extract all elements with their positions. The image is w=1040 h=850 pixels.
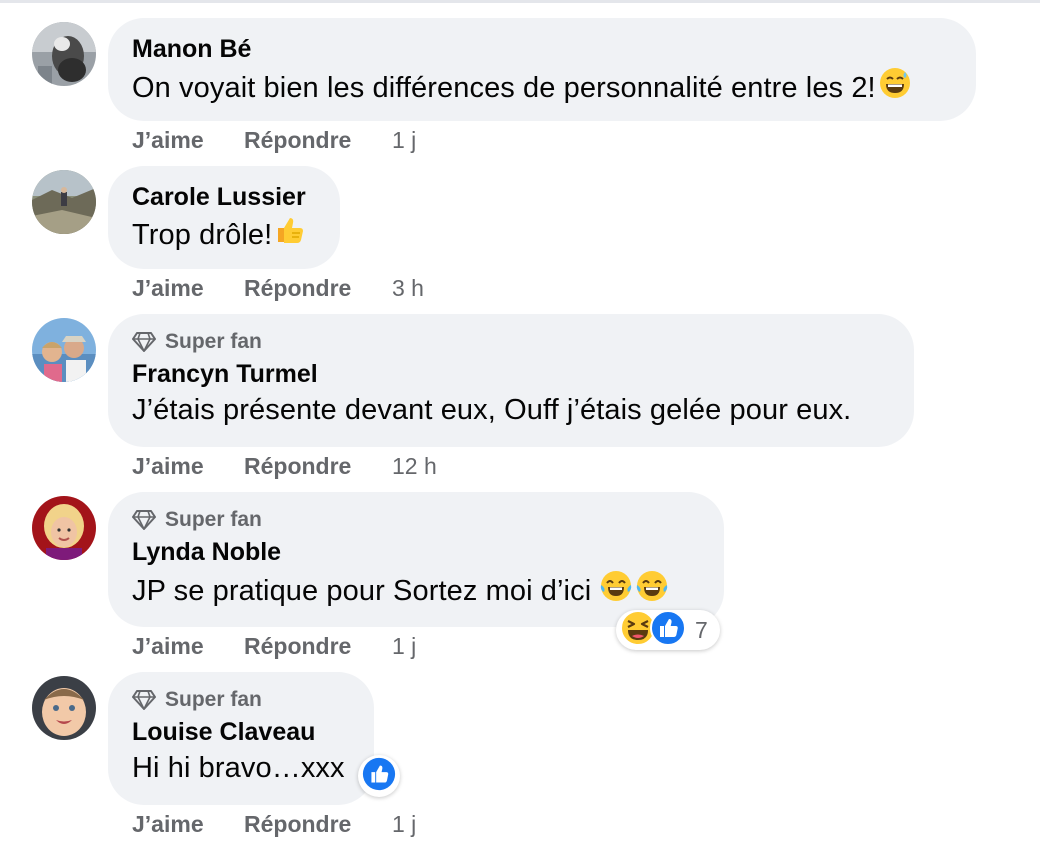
comment-bubble: Super fan Francyn Turmel J’étais présent… <box>108 314 914 447</box>
avatar[interactable] <box>32 676 96 740</box>
comment-timestamp[interactable]: 1 j <box>392 127 416 154</box>
like-reaction-icon <box>361 756 397 797</box>
comment-body: JP se pratique pour Sortez moi d’ici <box>132 575 592 607</box>
comment-actions: J’aime Répondre 1 j <box>132 630 416 662</box>
badge-label: Super fan <box>165 330 262 353</box>
super-fan-badge[interactable]: Super fan <box>132 505 700 535</box>
like-button[interactable]: J’aime <box>132 275 244 302</box>
comment-author[interactable]: Francyn Turmel <box>132 357 890 391</box>
diamond-icon <box>132 332 156 352</box>
comment-author[interactable]: Lynda Noble <box>132 535 700 569</box>
comment-author[interactable]: Manon Bé <box>132 32 952 66</box>
comment-text: Hi hi bravo…xxx <box>132 749 350 787</box>
reaction-count: 7 <box>695 616 708 643</box>
comment-bubble: Super fan Lynda Noble JP se pratique pou… <box>108 492 724 627</box>
comment-actions: J’aime Répondre 12 h <box>132 450 437 482</box>
avatar[interactable] <box>32 170 96 234</box>
avatar[interactable] <box>32 22 96 86</box>
reply-button[interactable]: Répondre <box>244 633 392 660</box>
reply-button[interactable]: Répondre <box>244 811 392 838</box>
avatar[interactable] <box>32 496 96 560</box>
comment-bubble: Super fan Louise Claveau Hi hi bravo…xxx <box>108 672 374 805</box>
like-button[interactable]: J’aime <box>132 633 244 660</box>
like-button[interactable]: J’aime <box>132 453 244 480</box>
super-fan-badge[interactable]: Super fan <box>132 685 350 715</box>
comment-actions: J’aime Répondre 1 j <box>132 808 416 840</box>
tears-of-joy-emoji-icon <box>599 569 633 613</box>
badge-label: Super fan <box>165 508 262 531</box>
comment-author[interactable]: Louise Claveau <box>132 715 350 749</box>
like-button[interactable]: J’aime <box>132 811 244 838</box>
comment-body: Trop drôle! <box>132 219 273 251</box>
tears-of-joy-emoji-icon <box>635 569 669 613</box>
grinning-sweat-emoji-icon <box>878 66 912 110</box>
comment-actions: J’aime Répondre 1 j <box>132 124 416 156</box>
comment-bubble: Manon Bé On voyait bien les différences … <box>108 18 976 121</box>
diamond-icon <box>132 510 156 530</box>
comment-author[interactable]: Carole Lussier <box>132 180 316 214</box>
comment-timestamp[interactable]: 12 h <box>392 453 437 480</box>
comment-body: J’étais présente devant eux, Ouff j’étai… <box>132 394 852 426</box>
diamond-icon <box>132 690 156 710</box>
comment-list: Manon Bé On voyait bien les différences … <box>0 0 1040 850</box>
reaction-summary[interactable] <box>358 755 400 797</box>
comment-timestamp[interactable]: 1 j <box>392 633 416 660</box>
comment-text: J’étais présente devant eux, Ouff j’étai… <box>132 391 890 429</box>
comment-timestamp[interactable]: 1 j <box>392 811 416 838</box>
comment-actions: J’aime Répondre 3 h <box>132 272 424 304</box>
super-fan-badge[interactable]: Super fan <box>132 327 890 357</box>
reply-button[interactable]: Répondre <box>244 127 392 154</box>
reply-button[interactable]: Répondre <box>244 453 392 480</box>
comment-timestamp[interactable]: 3 h <box>392 275 424 302</box>
comment-text: On voyait bien les différences de person… <box>132 66 952 110</box>
badge-label: Super fan <box>165 688 262 711</box>
like-reaction-icon <box>649 609 687 652</box>
avatar[interactable] <box>32 318 96 382</box>
comment-bubble: Carole Lussier Trop drôle! <box>108 166 340 269</box>
reaction-summary[interactable]: 7 <box>616 609 720 652</box>
comment-text: Trop drôle! <box>132 214 316 256</box>
like-button[interactable]: J’aime <box>132 127 244 154</box>
comment-body: Hi hi bravo…xxx <box>132 752 345 784</box>
reply-button[interactable]: Répondre <box>244 275 392 302</box>
comment-body: On voyait bien les différences de person… <box>132 72 876 104</box>
comment-text: JP se pratique pour Sortez moi d’ici <box>132 569 700 613</box>
thumbs-up-emoji-icon <box>274 214 306 256</box>
